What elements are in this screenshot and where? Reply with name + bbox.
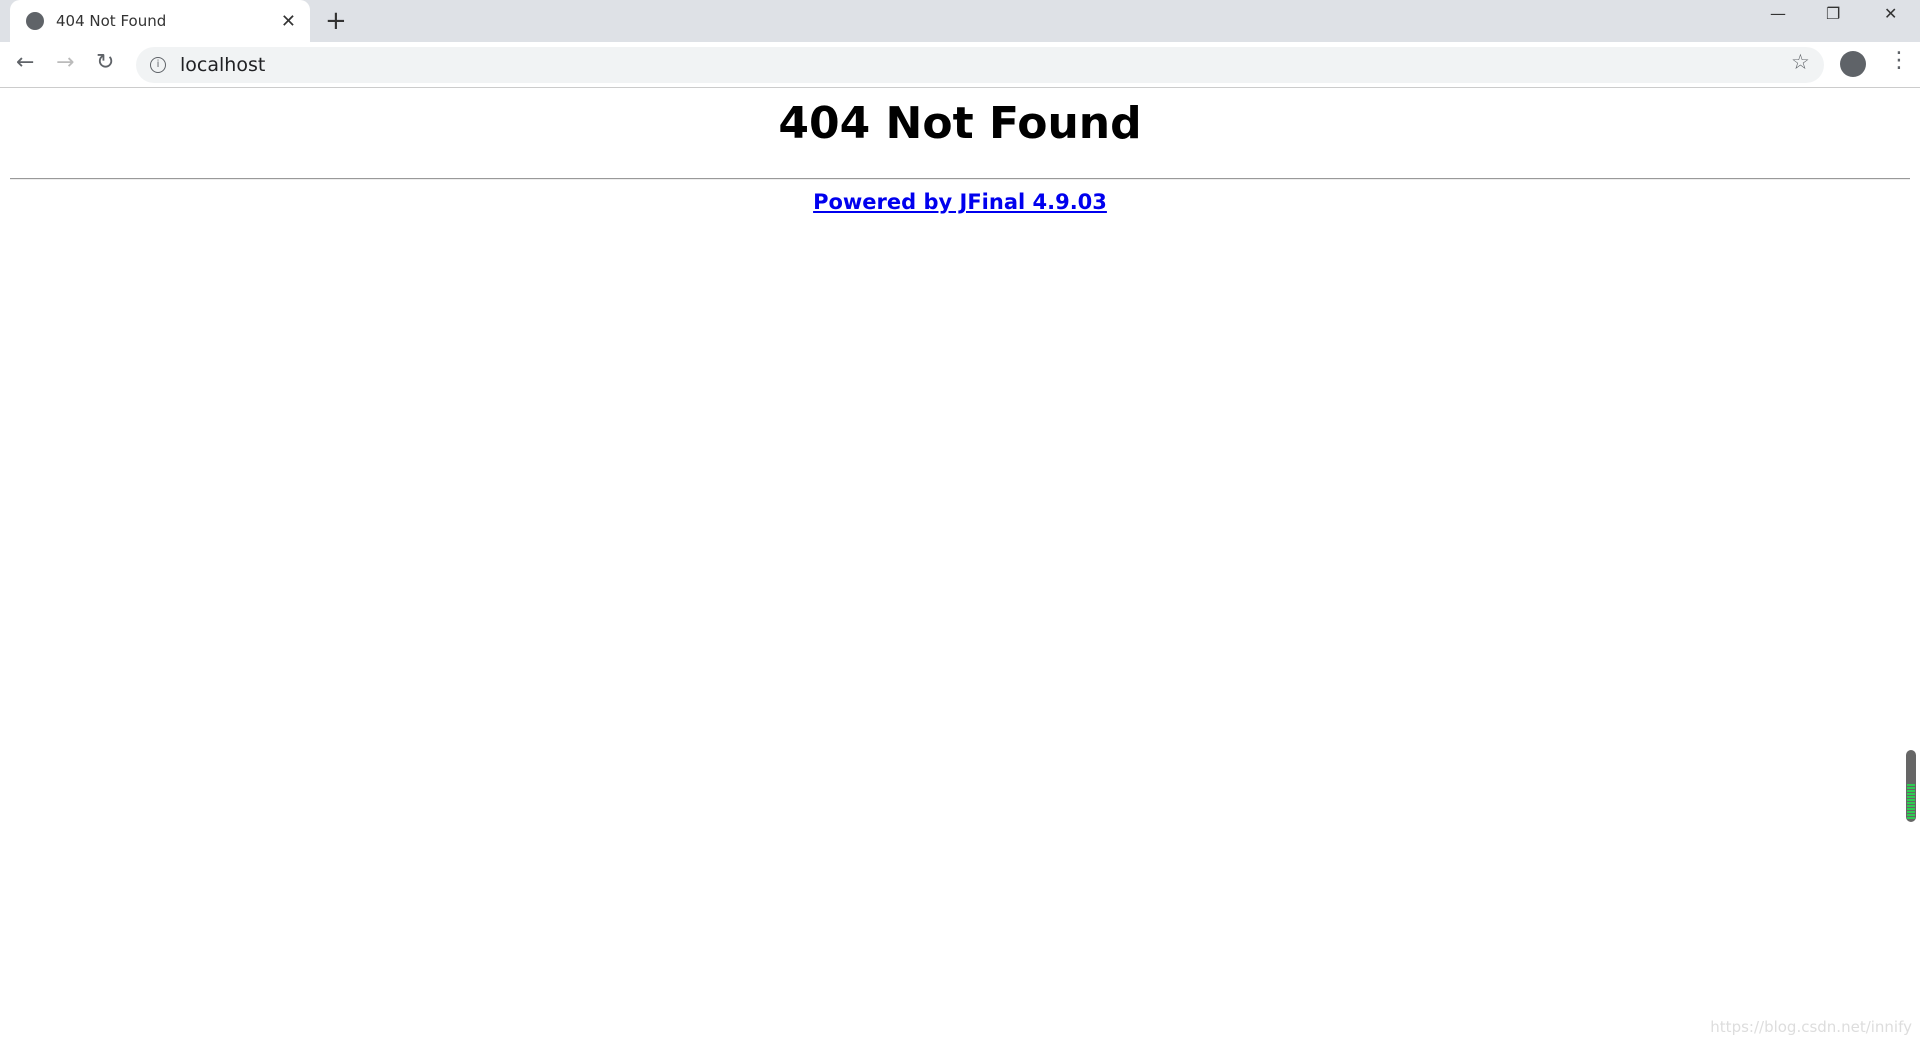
globe-icon	[26, 12, 44, 30]
minimize-icon[interactable]: —	[1770, 4, 1786, 23]
close-tab-icon[interactable]: ✕	[281, 11, 296, 32]
bookmark-star-icon[interactable]: ☆	[1791, 50, 1810, 74]
restore-icon[interactable]: ❐	[1826, 4, 1840, 23]
toolbar: ← → ↻ i localhost ☆ ⋮	[0, 42, 1920, 88]
new-tab-button[interactable]: +	[325, 6, 347, 36]
jfinal-link[interactable]: Powered by JFinal 4.9.03	[813, 190, 1107, 214]
back-icon[interactable]: ←	[16, 50, 34, 75]
tab-title: 404 Not Found	[56, 12, 167, 30]
forward-icon[interactable]: →	[56, 50, 74, 75]
divider	[10, 178, 1910, 180]
profile-avatar-icon[interactable]	[1840, 51, 1866, 77]
info-icon[interactable]: i	[150, 57, 166, 73]
reload-icon[interactable]: ↻	[96, 50, 114, 75]
menu-dots-icon[interactable]: ⋮	[1888, 48, 1910, 73]
close-window-icon[interactable]: ✕	[1884, 4, 1897, 23]
page-title: 404 Not Found	[778, 98, 1142, 149]
level-fill	[1907, 784, 1915, 820]
tab-active[interactable]: 404 Not Found ✕	[10, 0, 310, 42]
url-text[interactable]: localhost	[180, 54, 265, 76]
address-bar[interactable]: i localhost	[136, 47, 1824, 83]
tab-strip: 404 Not Found ✕ + — ❐ ✕	[0, 0, 1920, 42]
watermark: https://blog.csdn.net/innify	[1710, 1018, 1912, 1036]
level-widget[interactable]	[1906, 750, 1916, 822]
